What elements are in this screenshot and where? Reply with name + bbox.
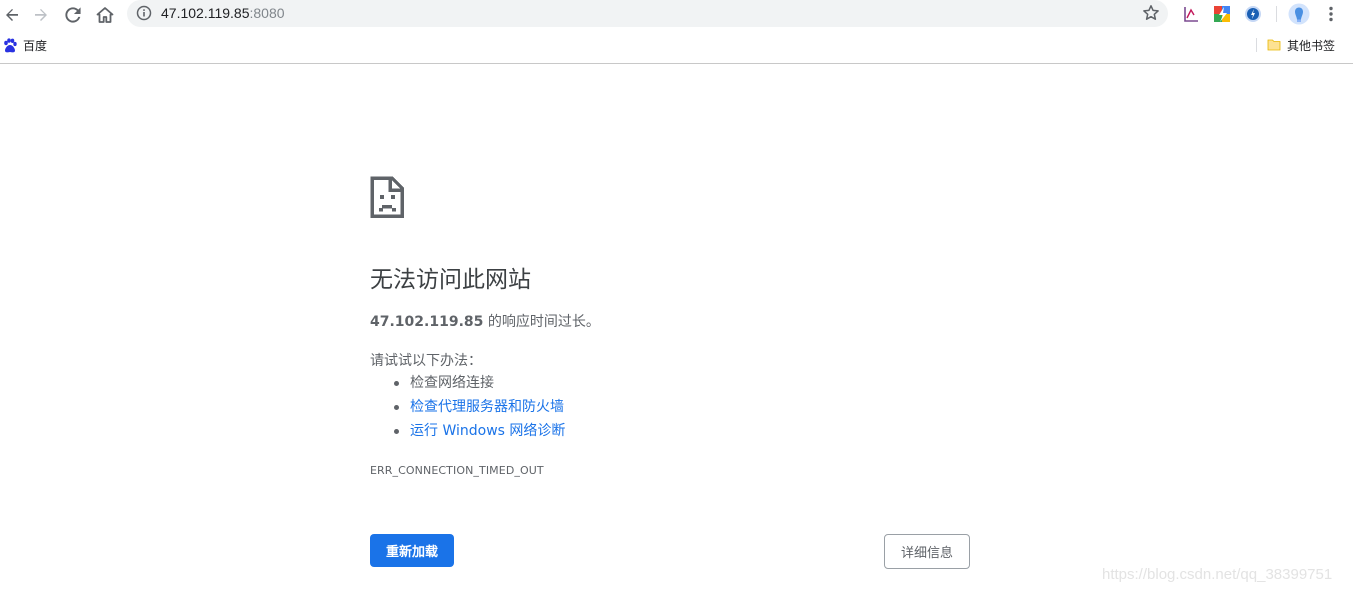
reload-page-button[interactable]: 重新加载 (370, 534, 454, 567)
home-icon (96, 7, 114, 23)
suggestion-check-connection: 检查网络连接 (370, 374, 565, 398)
reload-icon (65, 7, 81, 23)
details-button[interactable]: 详细信息 (884, 534, 970, 569)
error-description: 47.102.119.85 的响应时间过长。 (370, 313, 600, 331)
try-suggestions-label: 请试试以下办法： (370, 353, 482, 369)
toolbar-divider (1276, 6, 1277, 22)
profile-avatar[interactable] (1288, 3, 1310, 25)
folder-icon (1267, 39, 1281, 51)
extension-blue-circle-icon[interactable] (1243, 4, 1263, 24)
baidu-paw-icon (4, 37, 17, 52)
error-title: 无法访问此网站 (370, 267, 531, 293)
suggestions-list: 检查网络连接 检查代理服务器和防火墙 运行 Windows 网络诊断 (370, 374, 565, 446)
bullet (394, 381, 399, 386)
extension-ruler-icon[interactable] (1181, 4, 1201, 24)
back-button[interactable] (0, 3, 24, 27)
info-icon[interactable] (136, 5, 152, 21)
bookmark-other-label: 其他书签 (1287, 38, 1336, 53)
suggestion-network-diagnostics[interactable]: 运行 Windows 网络诊断 (370, 422, 565, 446)
star-icon[interactable] (1142, 4, 1160, 22)
error-description-suffix: 的响应时间过长。 (483, 314, 600, 330)
suggestion-text: 检查网络连接 (410, 375, 494, 391)
error-host: 47.102.119.85 (370, 314, 484, 330)
reload-button[interactable] (61, 3, 85, 27)
browser-toolbar: 47.102.119.85:8080 (0, 0, 1353, 30)
address-bar[interactable]: 47.102.119.85:8080 (127, 0, 1168, 27)
bullet (394, 405, 399, 410)
sad-page-icon (370, 176, 404, 218)
network-diagnostics-link[interactable]: 运行 Windows 网络诊断 (410, 423, 565, 439)
bookmarks-bar: 百度 其他书签 (0, 30, 1353, 64)
forward-arrow-icon (35, 9, 47, 21)
browser-menu-button[interactable] (1321, 4, 1341, 24)
bookmarks-divider (1256, 38, 1257, 52)
bookmark-baidu-label: 百度 (23, 38, 48, 53)
bookmark-baidu[interactable]: 百度 (3, 37, 47, 53)
url-port: :8080 (249, 5, 285, 21)
home-button[interactable] (93, 3, 117, 27)
forward-button[interactable] (29, 3, 53, 27)
suggestion-check-proxy[interactable]: 检查代理服务器和防火墙 (370, 398, 565, 422)
url-host: 47.102.119.85 (161, 5, 250, 21)
watermark-text: https://blog.csdn.net/qq_38399751 (1102, 566, 1333, 583)
bookmark-other-folder[interactable]: 其他书签 (1267, 37, 1335, 53)
error-code: ERR_CONNECTION_TIMED_OUT (370, 464, 544, 477)
url-text[interactable]: 47.102.119.85:8080 (161, 4, 285, 22)
extension-colorful-icon[interactable] (1212, 4, 1232, 24)
three-dot-menu-icon (1329, 6, 1333, 22)
back-arrow-icon (6, 9, 18, 21)
bullet (394, 429, 399, 434)
check-proxy-link[interactable]: 检查代理服务器和防火墙 (410, 399, 564, 415)
